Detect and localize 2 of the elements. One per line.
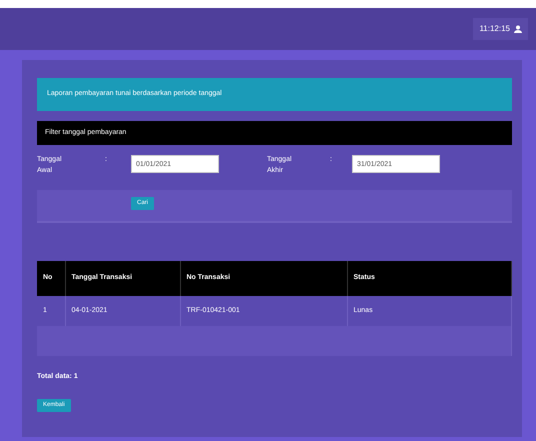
user-icon <box>514 25 522 33</box>
user-menu-button[interactable]: 11:12:15 <box>473 18 528 40</box>
